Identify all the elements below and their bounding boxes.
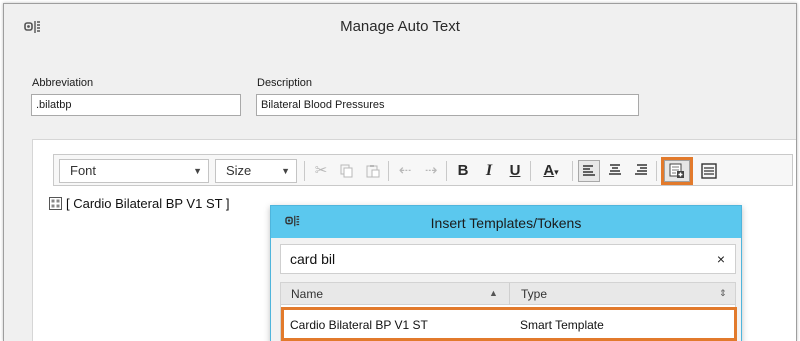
- size-dropdown-value: Size: [226, 163, 252, 178]
- bold-button[interactable]: B: [452, 160, 474, 182]
- toolbar-separator: [446, 161, 447, 181]
- toolbar-separator: [530, 161, 531, 181]
- template-list-button[interactable]: [698, 160, 720, 182]
- align-center-button[interactable]: [604, 160, 626, 182]
- redo-icon: ⇢: [424, 162, 438, 179]
- insert-template-button[interactable]: [661, 157, 693, 185]
- table-row[interactable]: Cardio Bilateral BP V1 ST Smart Template: [281, 307, 737, 341]
- table-header: Name ▲ Type ⇕: [281, 283, 735, 305]
- row-name-cell: Cardio Bilateral BP V1 ST: [290, 318, 428, 332]
- font-dropdown[interactable]: Font ▼: [59, 159, 209, 183]
- column-header-type[interactable]: Type: [521, 287, 547, 301]
- undo-button[interactable]: ⇠: [394, 160, 416, 182]
- align-right-button[interactable]: [630, 160, 652, 182]
- formatting-toolbar: Font ▼ Size ▼ ✂ ⇠ ⇢ B I U A▾: [53, 154, 793, 186]
- sort-ascending-icon: ▲: [489, 288, 498, 298]
- align-center-icon: [609, 164, 621, 175]
- results-table: Name ▲ Type ⇕ Cardio Bilateral BP V1 ST …: [280, 282, 737, 341]
- smart-template-icon: [49, 197, 62, 210]
- cut-icon: ✂: [314, 162, 328, 179]
- abbreviation-label: Abbreviation: [32, 77, 94, 89]
- redo-button[interactable]: ⇢: [420, 160, 442, 182]
- sort-both-icon: ⇕: [719, 288, 727, 298]
- dialog-titlebar[interactable]: Insert Templates/Tokens: [271, 206, 741, 238]
- template-token-text: [ Cardio Bilateral BP V1 ST ]: [66, 196, 230, 211]
- italic-button[interactable]: I: [478, 160, 500, 182]
- dialog-title: Insert Templates/Tokens: [430, 215, 582, 231]
- font-color-button[interactable]: A▾: [536, 160, 566, 182]
- align-left-button[interactable]: [578, 160, 600, 182]
- window-title: Manage Auto Text: [340, 18, 460, 35]
- toolbar-separator: [388, 161, 389, 181]
- font-color-icon: A: [543, 162, 555, 179]
- row-type-cell: Smart Template: [520, 318, 604, 332]
- toolbar-separator: [304, 161, 305, 181]
- paste-icon: [366, 165, 380, 178]
- description-field[interactable]: Bilateral Blood Pressures: [256, 94, 639, 116]
- size-dropdown[interactable]: Size ▼: [215, 159, 297, 183]
- window-titlebar[interactable]: Manage Auto Text: [4, 4, 796, 54]
- editor-content[interactable]: [ Cardio Bilateral BP V1 ST ]: [49, 196, 230, 211]
- template-list-icon: [701, 163, 717, 179]
- column-divider: [509, 283, 510, 305]
- cut-button[interactable]: ✂: [310, 160, 332, 182]
- undo-icon: ⇠: [398, 162, 412, 179]
- abbreviation-field[interactable]: .bilatbp: [31, 94, 241, 116]
- toolbar-separator: [656, 161, 657, 181]
- dialog-body: × Name ▲ Type ⇕ Cardio Bilateral BP V1 S…: [271, 238, 741, 341]
- description-label: Description: [257, 77, 313, 89]
- search-box: ×: [280, 244, 736, 274]
- align-right-icon: [635, 164, 647, 175]
- toolbar-separator: [572, 161, 573, 181]
- chevron-down-icon: ▾: [554, 167, 559, 177]
- close-icon[interactable]: ×: [717, 251, 725, 267]
- underline-icon: U: [509, 162, 521, 179]
- copy-icon: [340, 164, 353, 178]
- bold-icon: B: [457, 162, 469, 179]
- column-header-name[interactable]: Name: [291, 287, 323, 301]
- chevron-down-icon: ▼: [281, 166, 290, 176]
- align-left-icon: [583, 165, 595, 176]
- font-dropdown-value: Font: [70, 163, 97, 178]
- italic-icon: I: [485, 162, 493, 179]
- insert-template-icon: [669, 163, 684, 178]
- chevron-down-icon: ▼: [193, 166, 202, 176]
- insert-templates-dialog: Insert Templates/Tokens × Name ▲ Type ⇕ …: [270, 205, 742, 341]
- paste-button[interactable]: [362, 160, 384, 182]
- search-input[interactable]: [281, 245, 691, 273]
- underline-button[interactable]: U: [504, 160, 526, 182]
- copy-button[interactable]: [336, 160, 358, 182]
